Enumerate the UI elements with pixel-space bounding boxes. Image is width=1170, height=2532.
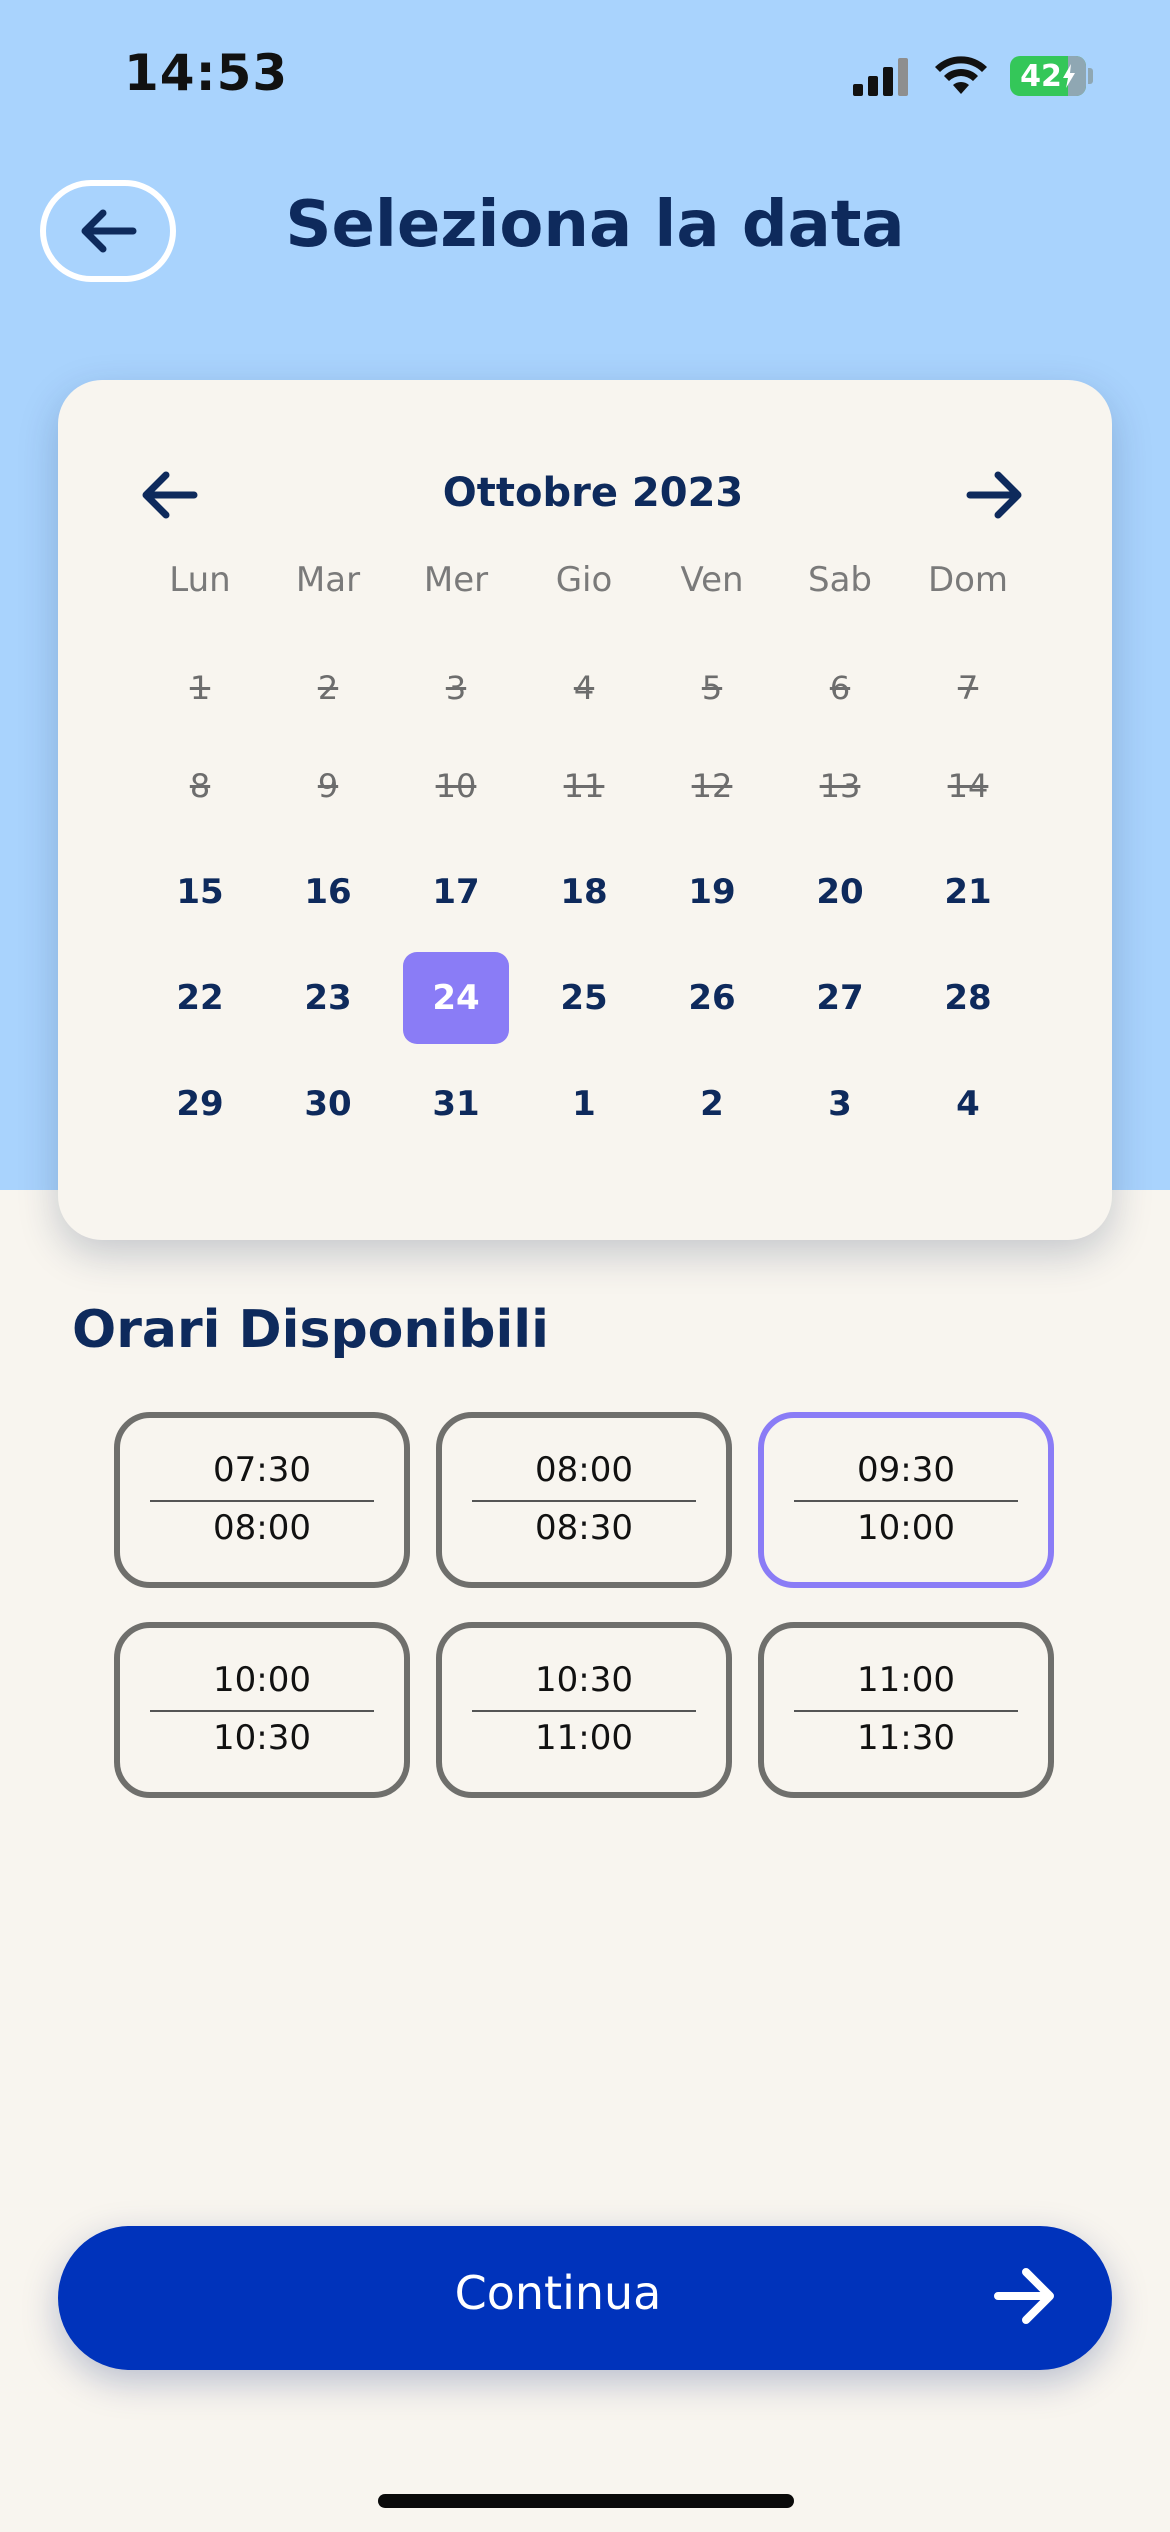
day-grid: 1 2 3 4 5 6 7 8 9 10 11 12 13 14 15 16 17 18 19 20 21 22 23 24 2… — [58, 380, 1112, 1240]
time-slot-end: 11:00 — [535, 1718, 633, 1758]
time-slot[interactable]: 08:00 08:30 — [436, 1412, 732, 1588]
time-slot-start: 07:30 — [213, 1450, 311, 1490]
battery-charging-icon: 42 — [1010, 56, 1086, 96]
calendar-day[interactable]: 4 — [915, 1058, 1021, 1150]
time-slot-divider — [472, 1710, 696, 1712]
calendar-day-disabled: 10 — [435, 767, 477, 805]
calendar-day[interactable]: 31 — [403, 1058, 509, 1150]
calendar-day-disabled: 1 — [189, 669, 211, 707]
home-indicator — [378, 2494, 794, 2508]
continue-button[interactable]: Continua — [58, 2226, 1112, 2370]
calendar-day-disabled: 13 — [819, 767, 861, 805]
calendar-day[interactable]: 16 — [275, 846, 381, 938]
time-slot[interactable]: 10:30 11:00 — [436, 1622, 732, 1798]
calendar-day[interactable]: 27 — [787, 952, 893, 1044]
status-bar: 14:53 42 — [0, 0, 1170, 150]
calendar-day[interactable]: 28 — [915, 952, 1021, 1044]
calendar-day[interactable]: 26 — [659, 952, 765, 1044]
battery-cap — [1088, 68, 1093, 84]
continue-label: Continua — [454, 2266, 662, 2320]
calendar-day-disabled: 8 — [189, 767, 211, 805]
time-slot-end: 08:00 — [213, 1508, 311, 1548]
page-title: Seleziona la data — [285, 188, 905, 262]
calendar-day-disabled: 9 — [317, 767, 339, 805]
calendar-day-disabled: 3 — [445, 669, 467, 707]
calendar-day-selected[interactable]: 24 — [403, 952, 509, 1044]
calendar-day[interactable]: 21 — [915, 846, 1021, 938]
time-slot-start: 08:00 — [535, 1450, 633, 1490]
time-slot-start: 10:00 — [213, 1660, 311, 1700]
calendar-day-disabled: 11 — [563, 767, 605, 805]
calendar-day-disabled: 7 — [957, 669, 979, 707]
time-slot-end: 11:30 — [857, 1718, 955, 1758]
time-slot-end: 10:30 — [213, 1718, 311, 1758]
calendar-day-disabled: 12 — [691, 767, 733, 805]
calendar-day[interactable]: 20 — [787, 846, 893, 938]
time-slot-divider — [794, 1710, 1018, 1712]
calendar-day-disabled: 14 — [947, 767, 989, 805]
calendar-day[interactable]: 3 — [787, 1058, 893, 1150]
calendar-day[interactable]: 29 — [147, 1058, 253, 1150]
battery-level: 42 — [1020, 58, 1062, 94]
time-slot[interactable]: 10:00 10:30 — [114, 1622, 410, 1798]
calendar-day[interactable]: 18 — [531, 846, 637, 938]
calendar-card: Ottobre 2023 Lun Mar Mer Gio Ven Sab Dom 12345… — [58, 380, 1112, 1240]
time-slot-divider — [472, 1500, 696, 1502]
status-time: 14:53 — [124, 44, 289, 102]
calendar-day[interactable]: 23 — [275, 952, 381, 1044]
calendar-day[interactable]: 1 — [531, 1058, 637, 1150]
calendar-day[interactable]: 17 — [403, 846, 509, 938]
calendar-day[interactable]: 15 — [147, 846, 253, 938]
calendar-day-disabled: 4 — [573, 669, 595, 707]
time-slot-start: 11:00 — [857, 1660, 955, 1700]
calendar-day-disabled: 5 — [701, 669, 723, 707]
time-slot-divider — [150, 1500, 374, 1502]
wifi-icon — [934, 54, 988, 98]
calendar-day-disabled: 6 — [829, 669, 851, 707]
bolt-icon — [1062, 64, 1075, 88]
time-slot-start: 10:30 — [535, 1660, 633, 1700]
calendar-day-disabled: 2 — [317, 669, 339, 707]
time-slot-start: 09:30 — [857, 1450, 955, 1490]
calendar-day[interactable]: 2 — [659, 1058, 765, 1150]
time-slot[interactable]: 11:00 11:30 — [758, 1622, 1054, 1798]
time-slot-end: 10:00 — [857, 1508, 955, 1548]
time-slot-divider — [150, 1710, 374, 1712]
arrow-right-icon — [994, 2266, 1056, 2330]
calendar-day[interactable]: 19 — [659, 846, 765, 938]
time-slot-end: 08:30 — [535, 1508, 633, 1548]
time-slot[interactable]: 07:30 08:00 — [114, 1412, 410, 1588]
time-slot-divider — [794, 1500, 1018, 1502]
time-slot-selected[interactable]: 09:30 10:00 — [758, 1412, 1054, 1588]
calendar-day[interactable]: 22 — [147, 952, 253, 1044]
calendar-day[interactable]: 25 — [531, 952, 637, 1044]
signal-icon — [853, 58, 911, 100]
available-times-title: Orari Disponibili — [72, 1300, 549, 1360]
calendar-day[interactable]: 30 — [275, 1058, 381, 1150]
